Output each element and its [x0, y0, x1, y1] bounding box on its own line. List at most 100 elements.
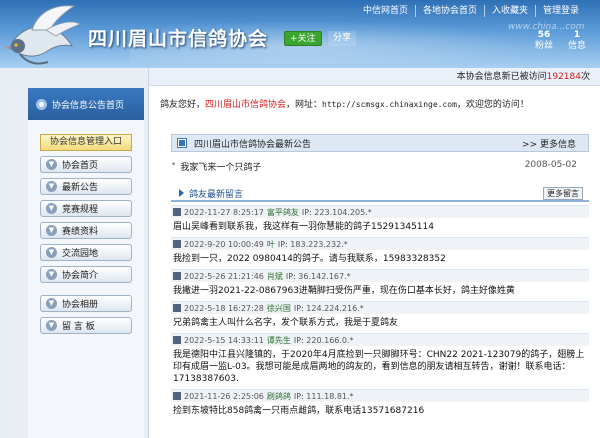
info-label: 信息: [567, 41, 586, 51]
site-title: 四川眉山市信鸽协会: [88, 28, 269, 50]
user-icon: [173, 304, 181, 312]
notice-header: 四川眉山市信鸽协会最新公告 >> 更多信息: [171, 134, 589, 152]
message-author: 徐兴国: [266, 303, 291, 313]
sidebar-home-link[interactable]: 协会信息公告首页: [28, 88, 144, 120]
fans-stat[interactable]: 56 粉丝: [530, 30, 558, 52]
chevron-down-icon: ▼: [46, 320, 57, 331]
message-meta: 2022-5-15 14:33:11 谭先生 IP: 220.166.0.*: [171, 333, 589, 346]
fans-count: 56: [537, 30, 551, 40]
nav-link-admin-login[interactable]: 管理登录: [534, 5, 586, 17]
message-meta: 2022-11-27 8:25:17 富平鸽友 IP: 223.104.205.*: [171, 205, 589, 218]
user-icon: [173, 336, 181, 344]
chevron-down-icon: ▼: [46, 181, 57, 192]
messages-header: 鸽友最新留言 更多留言: [171, 186, 589, 202]
sidebar-item-label: 交流园地: [62, 249, 99, 259]
message-body: 我是德阳中江县兴隆镇的，于2020年4月底捡到一只脚脚环号：CHN22 2021…: [173, 350, 585, 384]
main-content: 本协会信息新已被访问192184次 鸽友您好，四川眉山市信鸽协会，网址：http…: [148, 68, 600, 438]
welcome-text: 鸽友您好，四川眉山市信鸽协会，网址：http://scmsgx.chinaxin…: [149, 86, 600, 111]
top-nav: 中信网首页 各地协会首页 入收藏夹 管理登录: [356, 5, 586, 17]
info-stat[interactable]: 1 信息: [563, 30, 591, 52]
message-ip: IP: 36.142.167.*: [285, 271, 351, 281]
user-icon: [173, 392, 181, 400]
welcome-url[interactable]: http://scmsgx.chinaxinge.com: [322, 100, 457, 109]
sidebar-item-album[interactable]: ▼ 协会相册: [40, 295, 132, 312]
chevron-down-icon: ▼: [46, 247, 57, 258]
visit-counter: 本协会信息新已被访问192184次: [149, 68, 600, 86]
user-icon: [173, 240, 181, 248]
message-meta: 2022-5-26 21:21:46 肖斌 IP: 36.142.167.*: [171, 269, 589, 282]
sidebar-item-label: 竞赛规程: [62, 205, 99, 215]
bullet-icon: •: [171, 160, 177, 170]
sidebar: 协会信息公告首页 协会信息管理入口 ▼ 协会首页 ▼ 最新公告 ▼ 竞赛规程 ▼ 赛绩资…: [28, 88, 144, 438]
nav-link-local-associations[interactable]: 各地协会首页: [414, 5, 484, 17]
sidebar-item-about[interactable]: ▼ 协会简介: [40, 266, 132, 283]
sidebar-item-label: 协会相册: [62, 300, 99, 310]
notice-title: 四川眉山市信鸽协会最新公告: [194, 139, 312, 150]
messages-title: 鸽友最新留言: [189, 189, 244, 200]
sidebar-menu: ▼ 协会首页 ▼ 最新公告 ▼ 竞赛规程 ▼ 赛绩资料 ▼ 交流园地 ▼ 协会简介 ▼ 协会相…: [40, 156, 144, 334]
visit-suffix: 次: [580, 72, 590, 82]
sidebar-item-label: 留 言 板: [62, 322, 95, 332]
message-author: 富平鸽友: [266, 207, 299, 217]
sidebar-item-race-results[interactable]: ▼ 赛绩资料: [40, 222, 132, 239]
message-date: 2022-5-26 21:21:46: [184, 271, 264, 281]
triangle-bullet-icon: [179, 189, 184, 197]
circle-bullet-icon: [36, 98, 47, 110]
manage-entry-button[interactable]: 协会信息管理入口: [40, 134, 132, 151]
message-ip: IP: 223.104.205.*: [301, 207, 372, 217]
follow-button[interactable]: +关注: [284, 31, 322, 46]
share-button[interactable]: 分享: [328, 31, 357, 46]
message-author: 叶: [266, 239, 275, 249]
message-body: 我撇进一羽2021-22-0867963进鞘脚扫受伤严重，现在伤口基本长好，鸽主…: [173, 286, 515, 296]
message-body: 我捡到一只，2022 0980414的鸽子。请与我联系，15983328352: [173, 254, 446, 264]
welcome-closing: ，欢迎您的访问！: [456, 100, 529, 110]
visit-prefix: 本协会信息新已被访问: [456, 72, 547, 82]
notice-item-title[interactable]: 我家飞来一个只鸽子: [180, 160, 261, 173]
sidebar-home-label: 协会信息公告首页: [52, 100, 125, 111]
message-ip: IP: 220.166.0.*: [293, 335, 354, 345]
message-body: 捡到东坡特比858鸽禽一只雨点雌鸽，联系电话13571687216: [173, 406, 425, 416]
message-meta: 2022-5-18 16:27:28 徐兴国 IP: 124.224.216.*: [171, 301, 589, 314]
message-ip: IP: 183.223.232.*: [277, 239, 348, 249]
sidebar-item-association-home[interactable]: ▼ 协会首页: [40, 156, 132, 173]
user-icon: [173, 208, 181, 216]
chevron-down-icon: ▼: [46, 159, 57, 170]
sidebar-item-label: 协会首页: [62, 161, 99, 171]
message-body: 兄弟鸽禽主人叫什么名字，发个联系方式，我是于夏鸽友: [173, 318, 399, 328]
sidebar-item-forum[interactable]: ▼ 交流园地: [40, 244, 132, 261]
message-ip: IP: 111.18.81.*: [293, 391, 354, 401]
message-meta: 2022-9-20 10:00:49 叶 IP: 183.223.232.*: [171, 237, 589, 250]
message-author: 谭先生: [266, 335, 291, 345]
nav-link-add-favorite[interactable]: 入收藏夹: [483, 5, 535, 17]
sidebar-item-latest-notices[interactable]: ▼ 最新公告: [40, 178, 132, 195]
welcome-assoc-name: 四川眉山市信鸽协会: [205, 100, 287, 110]
message-date: 2022-5-15 14:33:11: [184, 335, 264, 345]
pigeon-logo-icon: [5, 5, 81, 65]
message-list: 2022-11-27 8:25:17 富平鸽友 IP: 223.104.205.* …: [171, 205, 589, 421]
message-date: 2022-11-27 8:25:17: [184, 207, 264, 217]
info-count: 1: [573, 30, 581, 40]
chevron-down-icon: ▼: [46, 269, 57, 280]
chevron-down-icon: ▼: [46, 298, 57, 309]
chevron-down-icon: ▼: [46, 225, 57, 236]
chevron-down-icon: ▼: [46, 203, 57, 214]
welcome-url-label: ，网址：: [286, 100, 323, 110]
header: 四川眉山市信鸽协会 +关注 分享 中信网首页 各地协会首页 入收藏夹 管理登录 …: [0, 0, 600, 68]
visit-count: 192184: [546, 72, 581, 82]
message-author: 肖斌: [266, 271, 283, 281]
more-notices-link[interactable]: >> 更多信息: [522, 137, 576, 150]
message-meta: 2021-11-26 2:25:06 刷鸽鸽 IP: 111.18.81.*: [171, 389, 589, 402]
notice-item[interactable]: • 我家飞来一个只鸽子 2008-05-02: [171, 160, 589, 173]
sidebar-item-race-rules[interactable]: ▼ 竞赛规程: [40, 200, 132, 217]
message-date: 2022-5-18 16:27:28: [184, 303, 264, 313]
welcome-greeting: 鸽友您好，: [160, 100, 206, 110]
message-ip: IP: 124.224.216.*: [293, 303, 364, 313]
square-bullet-icon: [177, 138, 187, 148]
sidebar-item-label: 赛绩资料: [62, 227, 99, 237]
more-messages-button[interactable]: 更多留言: [543, 186, 583, 200]
nav-link-home[interactable]: 中信网首页: [356, 5, 415, 17]
fans-label: 粉丝: [534, 41, 553, 51]
message-date: 2021-11-26 2:25:06: [184, 391, 264, 401]
message-author: 刷鸽鸽: [266, 391, 291, 401]
sidebar-item-guestbook[interactable]: ▼ 留 言 板: [40, 317, 132, 334]
